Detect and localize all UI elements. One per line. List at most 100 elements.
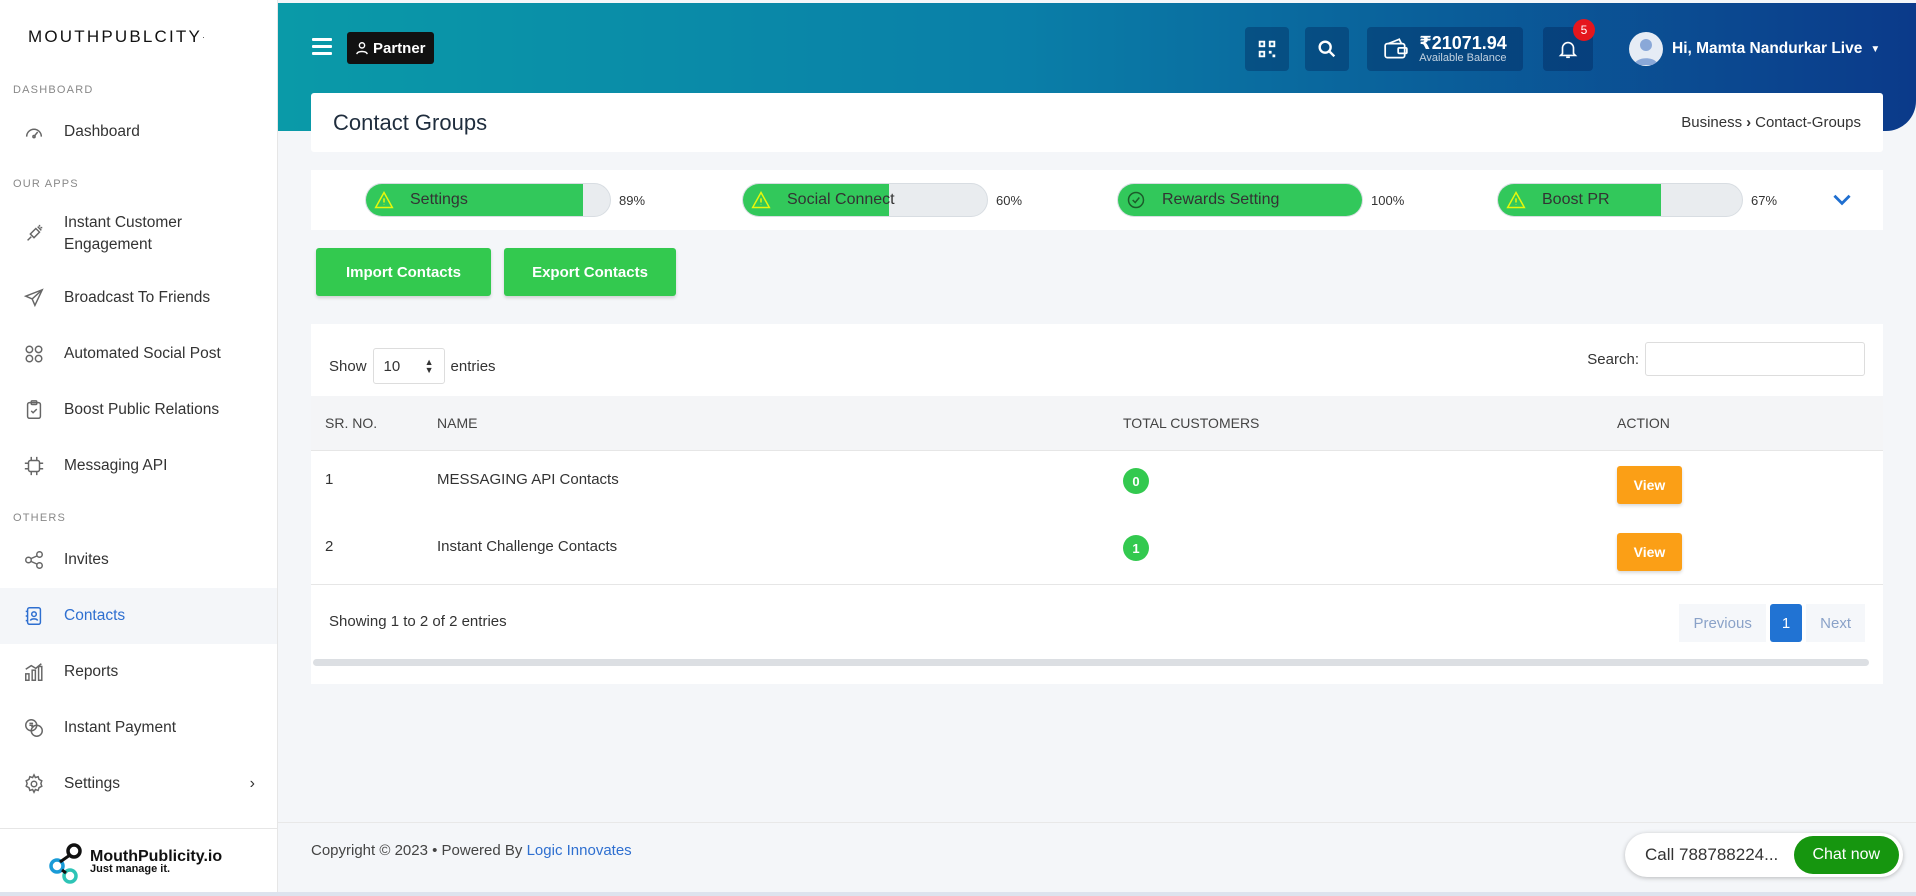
chat-now-button[interactable]: Chat now [1793,836,1899,874]
brand-logo[interactable]: MOUTHPUBLCITY · [0,0,277,74]
view-button[interactable]: View [1617,466,1682,504]
sidebar-item-settings[interactable]: Settings › [0,756,277,812]
breadcrumb: Business › Contact-Groups [1681,114,1861,131]
table-info: Showing 1 to 2 of 2 entries [329,613,507,630]
sidebar-item-label: Settings [64,775,121,792]
sidebar-item-instant-payment[interactable]: Instant Payment [0,700,277,756]
cell-sr-no: 2 [325,538,334,555]
bell-icon [1558,41,1578,59]
progress-bar: Settings [365,183,611,217]
caret-down-icon: ▼ [1870,43,1881,55]
progress-label: Settings [410,191,468,208]
search-input[interactable] [1645,342,1865,376]
bar-chart-icon [22,660,46,684]
progress-label: Rewards Setting [1162,191,1280,208]
clipboard-icon [22,398,46,422]
total-customers-badge: 0 [1123,468,1149,494]
breadcrumb-item-contact-groups: Contact-Groups [1755,114,1861,131]
brand-name: MOUTHPUBLCITY [28,27,203,46]
check-circle-icon [1127,191,1145,209]
sidebar-item-broadcast-to-friends[interactable]: Broadcast To Friends [0,270,277,326]
contact-book-icon [22,604,46,628]
copyright-text: Copyright © 2023 • Powered By Logic Inno… [311,842,632,859]
breadcrumb-item-business[interactable]: Business [1681,114,1742,131]
sidebar-item-invites[interactable]: Invites [0,532,277,588]
sidebar-item-label: Messaging API [64,457,168,474]
progress-percent: 67% [1751,192,1778,208]
page-header-card: Contact Groups Business › Contact-Groups [311,93,1883,152]
powered-by-link[interactable]: Logic Innovates [527,842,632,859]
sidebar-item-label: Broadcast To Friends [64,289,211,306]
progress-bar: Boost PR [1497,183,1743,217]
hamburger-menu-icon[interactable] [312,38,332,56]
search-icon [1318,40,1336,58]
progress-boost-pr[interactable]: Boost PR 67% [1497,183,1777,217]
sidebar-item-reports[interactable]: Reports [0,644,277,700]
progress-rewards-setting[interactable]: Rewards Setting 100% [1117,183,1404,217]
qr-code-button[interactable] [1245,27,1289,71]
sidebar-item-instant-customer-engagement[interactable]: Instant Customer Engagement [0,198,277,270]
avatar [1629,32,1663,66]
avatar-icon [1634,39,1658,65]
sidebar-footer-logo[interactable]: MouthPublicity.io Just manage it. [0,828,278,896]
progress-percent: 60% [996,192,1023,208]
search-button[interactable] [1305,27,1349,71]
mouthpublicity-logo-icon [49,842,82,884]
import-contacts-button[interactable]: Import Contacts [316,248,491,296]
sidebar-item-label: Dashboard [64,123,140,140]
progress-social-connect[interactable]: Social Connect 60% [742,183,1022,217]
page-title: Contact Groups [333,109,488,135]
sidebar-item-boost-public-relations[interactable]: Boost Public Relations [0,382,277,438]
sidebar-item-label: Instant Customer Engagement [64,214,183,253]
progress-percent: 89% [619,192,646,208]
breadcrumb-separator-icon: › [1746,114,1752,131]
sidebar-item-label: Boost Public Relations [64,401,220,418]
megaphone-icon [22,222,46,246]
column-header-total-customers[interactable]: TOTAL CUSTOMERS [1123,415,1259,431]
qr-code-icon [1258,40,1276,58]
progress-settings[interactable]: Settings 89% [365,183,645,217]
view-button[interactable]: View [1617,533,1682,571]
chevron-right-icon: › [249,775,255,792]
horizontal-scrollbar[interactable] [313,659,1869,666]
notifications-button[interactable]: 5 [1543,19,1595,71]
pagination-previous[interactable]: Previous [1679,604,1766,642]
sidebar-item-label: Instant Payment [64,719,177,736]
warning-icon [374,190,394,209]
wallet-balance[interactable]: ₹21071.94 Available Balance [1367,27,1523,71]
column-header-sr-no[interactable]: SR. NO. [325,415,377,431]
call-number[interactable]: Call 788788224... [1625,845,1794,865]
sidebar-item-contacts[interactable]: Contacts [0,588,277,644]
wallet-icon [1384,38,1408,59]
send-icon [22,286,46,310]
page-size-value: 10 [383,357,401,375]
balance-amount: ₹21071.94 [1419,32,1507,53]
user-menu[interactable]: Hi, Mamta Nandurkar Live ▼ [1629,32,1880,66]
chevron-down-icon[interactable] [1829,186,1855,212]
apps-icon [22,342,46,366]
progress-label: Social Connect [787,191,895,208]
table-row: 1 MESSAGING API Contacts 0 View [311,452,1883,519]
logo-title: MouthPublicity.io [90,847,223,865]
warning-icon [751,190,771,209]
export-contacts-button[interactable]: Export Contacts [504,248,676,296]
page-size-select[interactable]: 10 ▲ ▼ [372,348,445,384]
sidebar-item-automated-social-post[interactable]: Automated Social Post [0,326,277,382]
table-header: SR. NO. NAME TOTAL CUSTOMERS ACTION [311,396,1883,451]
column-header-name[interactable]: NAME [437,415,477,431]
brand-mark: · [202,32,207,42]
sidebar-item-label: Invites [64,551,109,568]
chat-widget[interactable]: Call 788788224... Chat now [1625,833,1903,877]
balance-label: Available Balance [1419,51,1507,64]
column-header-action[interactable]: ACTION [1617,415,1670,431]
api-icon [22,454,46,478]
table-divider [311,584,1883,585]
sidebar-item-messaging-api[interactable]: Messaging API [0,438,277,494]
partner-badge[interactable]: Partner [347,32,434,64]
progress-label: Boost PR [1542,191,1610,208]
progress-bar: Social Connect [742,183,988,217]
pagination-page-1[interactable]: 1 [1769,604,1803,642]
pagination-next[interactable]: Next [1806,604,1865,642]
partner-label: Partner [373,39,426,57]
sidebar-item-dashboard[interactable]: Dashboard [0,104,277,160]
